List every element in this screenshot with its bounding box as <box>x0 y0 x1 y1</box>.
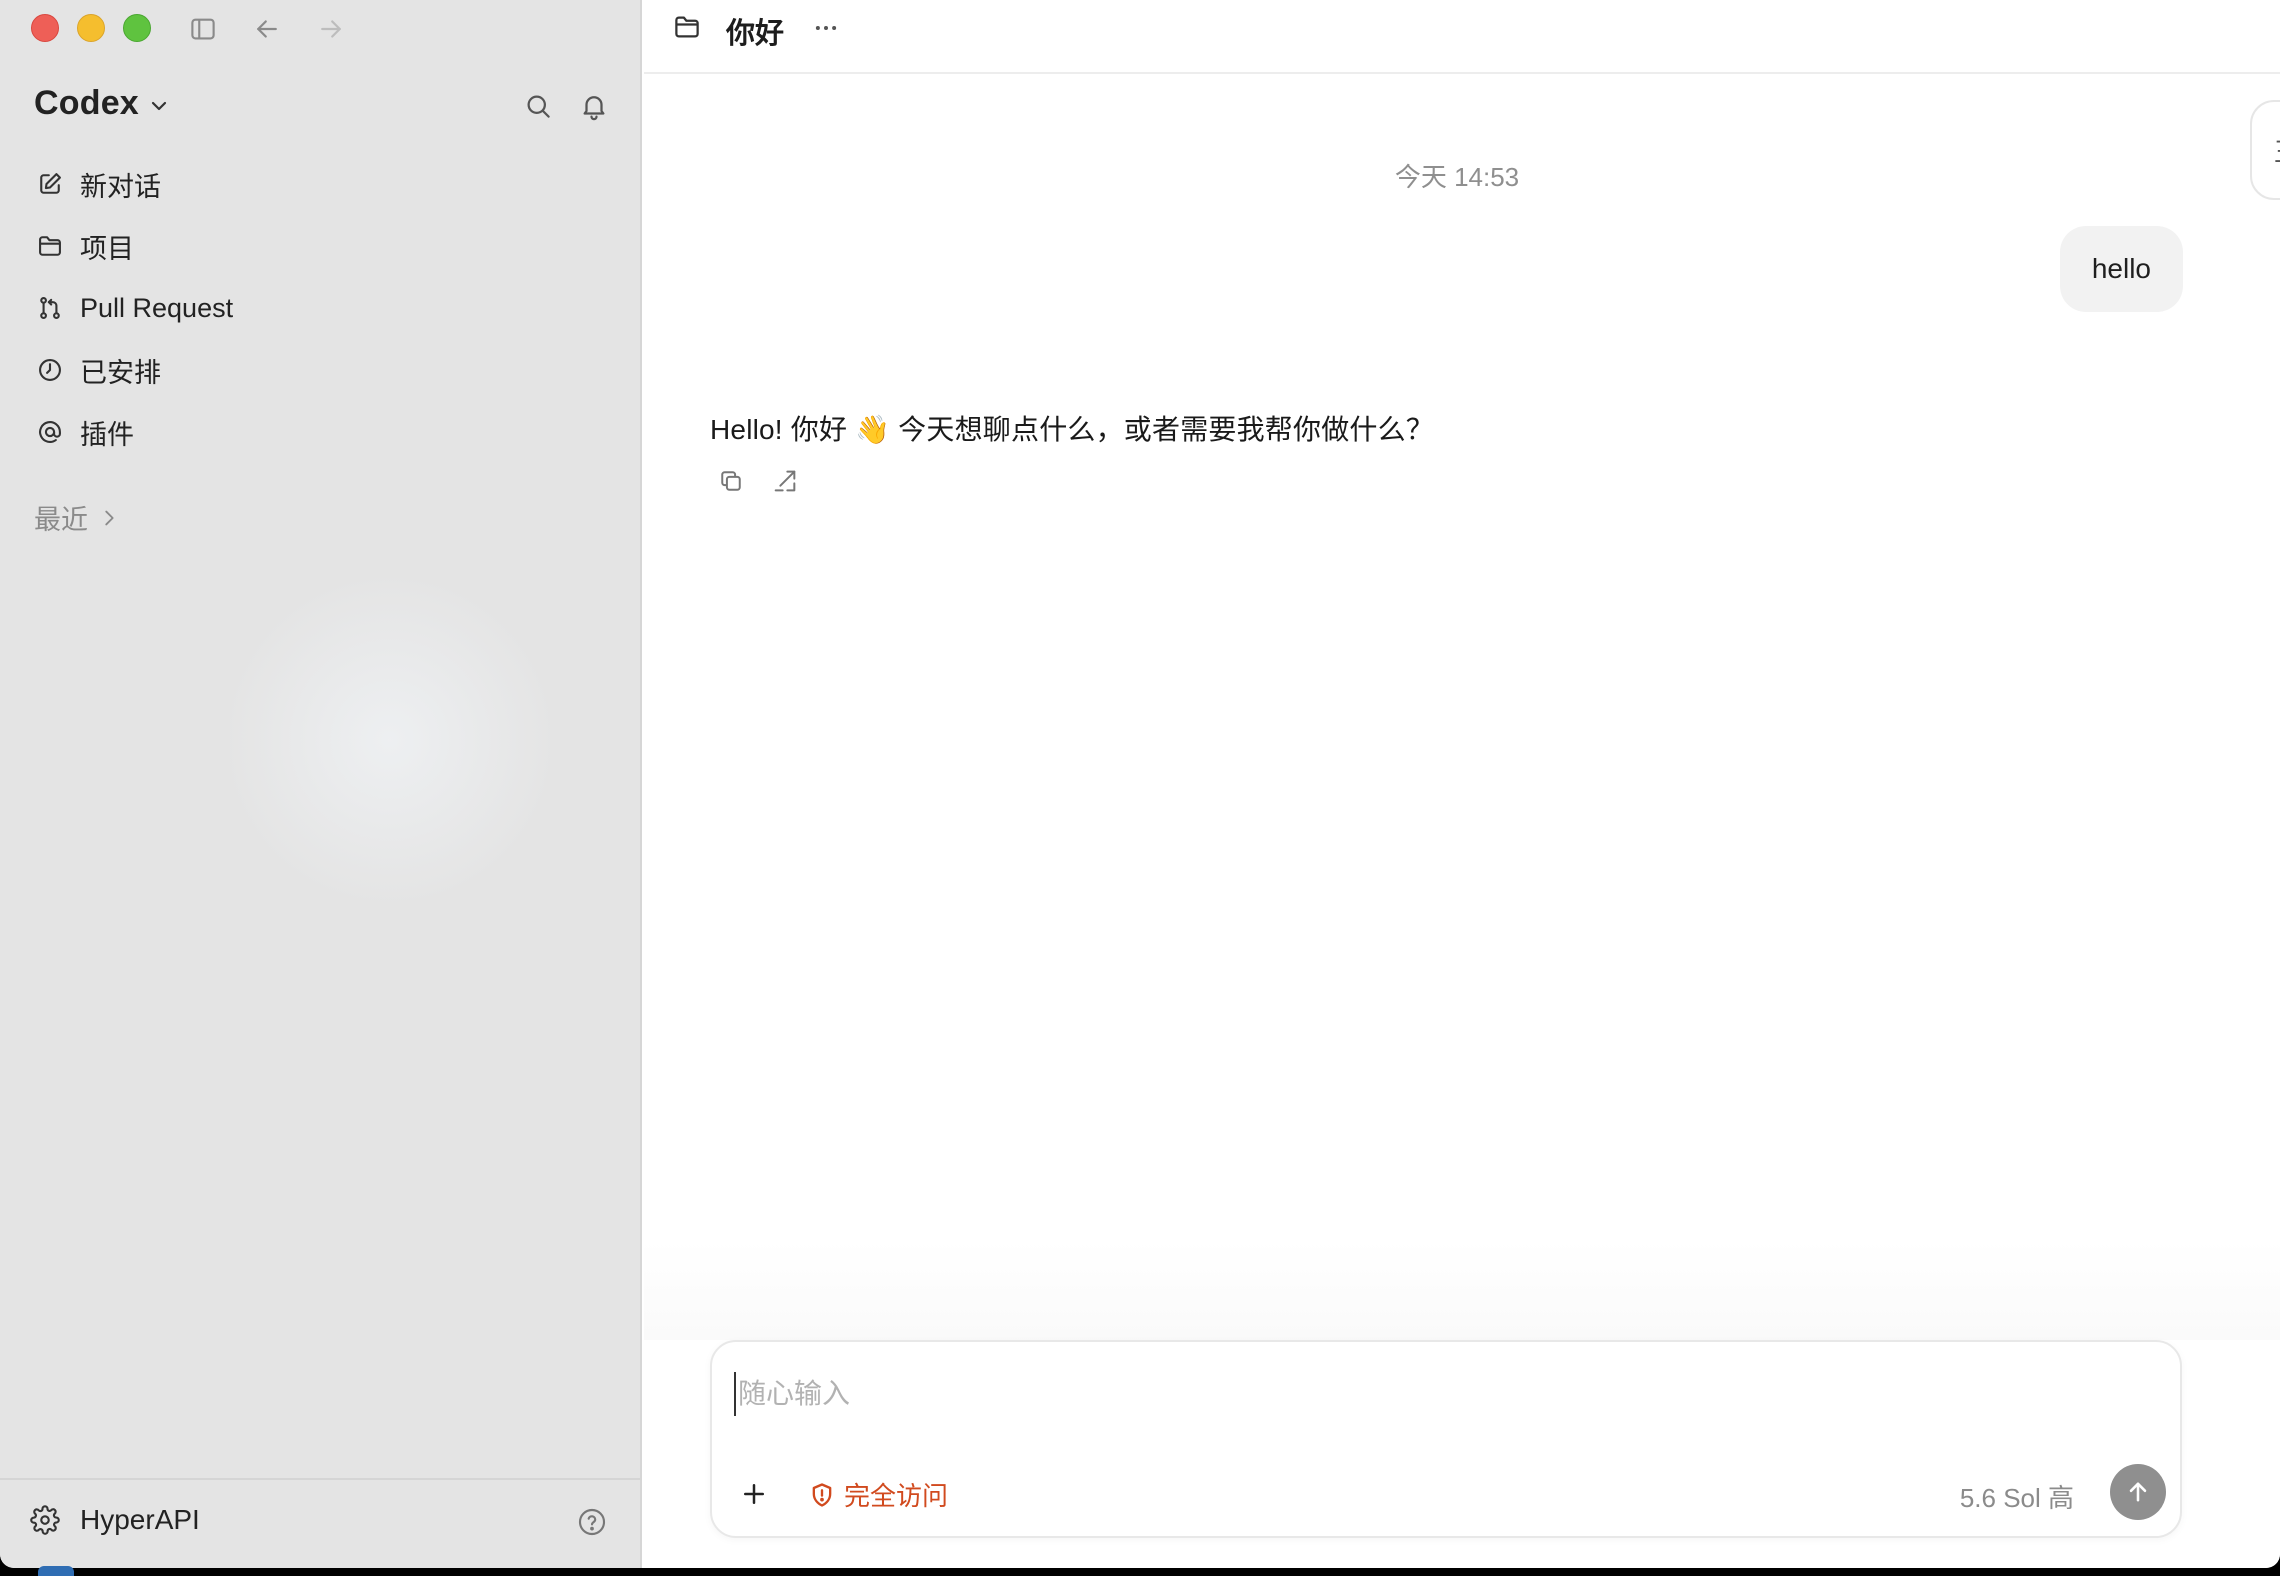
bell-icon <box>583 96 605 121</box>
access-mode-label: 完全访问 <box>844 1481 949 1511</box>
at-sign-icon <box>34 416 66 448</box>
sidebar-item-new-chat[interactable]: 新对话 <box>24 153 624 215</box>
message-actions <box>714 464 802 498</box>
project-folder-button[interactable] <box>672 12 708 48</box>
window-minimize-button[interactable] <box>77 14 105 42</box>
message-input[interactable] <box>734 1372 1934 1416</box>
back-button[interactable] <box>250 12 284 46</box>
chevron-down-icon <box>151 101 167 110</box>
chevron-right-icon <box>105 510 114 525</box>
sidebar-nav: 新对话 项目 Pull Request 已安排 插件 <box>24 153 624 463</box>
window-zoom-button[interactable] <box>123 14 151 42</box>
composer-fade <box>644 1240 2280 1340</box>
sidebar-item-label: 新对话 <box>80 171 161 202</box>
send-button[interactable] <box>2110 1464 2166 1520</box>
sidebar: Codex 新对话 项目 Pull Request 已安排 插件 最近 Hype… <box>0 0 642 1568</box>
forward-button[interactable] <box>314 12 348 46</box>
copy-icon <box>721 471 741 491</box>
folder-icon <box>34 230 66 262</box>
sidebar-item-label: 项目 <box>80 233 134 264</box>
git-pull-request-icon <box>34 292 66 324</box>
sidebar-item-label: Pull Request <box>80 292 234 323</box>
chat-panel: 你好 王 今天 14:53 hello Hello! 你好 👋 今天想聊点什么，… <box>644 0 2280 1568</box>
settings-button[interactable]: HyperAPI <box>30 1504 200 1536</box>
search-button[interactable] <box>520 88 556 124</box>
access-mode-button[interactable]: 完全访问 <box>808 1476 948 1513</box>
sidebar-item-label: 已安排 <box>80 357 161 388</box>
timestamp-text: 今天 14:53 <box>1394 162 1520 192</box>
sidebar-item-label: 插件 <box>80 419 134 450</box>
toggle-sidebar-button[interactable] <box>186 12 220 46</box>
copy-message-button[interactable] <box>714 464 748 498</box>
sidebar-item-plugins[interactable]: 插件 <box>24 401 624 463</box>
workspace-switcher[interactable]: Codex <box>34 84 171 123</box>
add-attachment-button[interactable] <box>734 1474 774 1514</box>
more-options-button[interactable] <box>806 10 846 46</box>
app-window: Codex 新对话 项目 Pull Request 已安排 插件 最近 Hype… <box>0 0 2280 1568</box>
branch-arrow-icon <box>774 470 796 492</box>
gear-icon <box>30 1505 60 1535</box>
sidebar-toggle-icon <box>191 18 215 40</box>
model-selector[interactable]: 5.6 Sol 高 <box>1960 1478 2074 1515</box>
shield-alert-icon <box>812 1482 832 1507</box>
chat-title: 你好 <box>726 18 785 50</box>
dock-app-icon <box>38 1566 74 1576</box>
recent-section-toggle[interactable]: 最近 <box>34 498 120 537</box>
composer: 完全访问 5.6 Sol 高 <box>710 1340 2182 1538</box>
window-close-button[interactable] <box>31 14 59 42</box>
recent-label: 最近 <box>34 505 88 535</box>
help-button[interactable] <box>576 1506 608 1538</box>
message-timestamp: 今天 14:53 <box>644 157 2280 194</box>
edit-icon <box>34 168 66 200</box>
arrow-right-icon <box>321 20 341 38</box>
user-message-bubble: hello <box>2059 226 2183 312</box>
sidebar-item-projects[interactable]: 项目 <box>24 215 624 277</box>
sidebar-glow <box>230 560 550 920</box>
arrow-up-icon <box>2129 1482 2147 1502</box>
arrow-left-icon <box>257 20 277 38</box>
search-icon <box>527 95 550 118</box>
sidebar-item-pull-request[interactable]: Pull Request <box>24 277 624 339</box>
help-circle-icon <box>578 1508 606 1536</box>
sidebar-item-scheduled[interactable]: 已安排 <box>24 339 624 401</box>
sidebar-footer: HyperAPI <box>0 1478 640 1568</box>
notifications-button[interactable] <box>576 88 612 124</box>
plus-icon <box>744 1484 764 1504</box>
fork-message-button[interactable] <box>768 464 802 498</box>
chat-header: 你好 <box>644 0 2280 74</box>
folder-icon <box>675 16 699 38</box>
assistant-message: Hello! 你好 👋 今天想聊点什么，或者需要我帮你做什么？ <box>710 414 1434 445</box>
app-name: Codex <box>34 84 139 122</box>
settings-label: HyperAPI <box>80 1504 200 1535</box>
clock-icon <box>34 354 66 386</box>
more-horizontal-icon <box>815 26 837 30</box>
